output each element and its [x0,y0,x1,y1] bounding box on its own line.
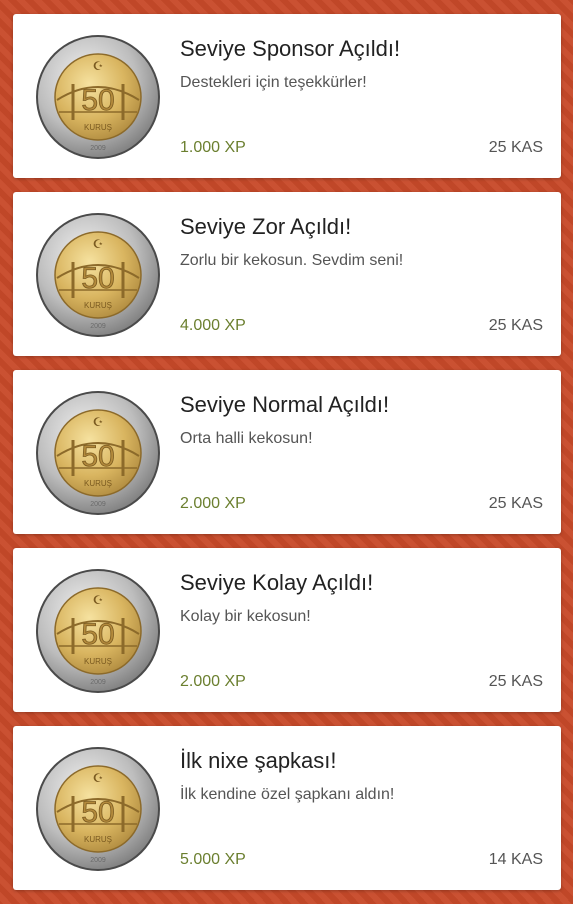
coin-value: 50 [81,440,114,473]
svg-text:☪: ☪ [93,237,104,251]
coin-year: 2009 [90,857,106,864]
coin-unit: KURUŞ [84,301,112,310]
coin-50-kurus-icon: 50 KURUŞ ☪ 2009 [36,213,160,337]
coin-50-kurus-icon: 50 KURUŞ ☪ 2009 [36,569,160,693]
achievement-card[interactable]: 50 KURUŞ ☪ 2009 Seviye Zor Açıldı! Zorlu… [13,192,561,356]
achievement-title: Seviye Kolay Açıldı! [180,570,374,595]
achievement-date: 25 KAS [488,673,543,690]
achievement-description: Orta halli kekosun! [180,430,313,447]
achievement-title: Seviye Normal Açıldı! [180,392,390,417]
coin-value: 50 [81,262,114,295]
achievement-card[interactable]: 50 KURUŞ ☪ 2009 Seviye Sponsor Açıldı! D… [13,14,561,178]
coin-year: 2009 [90,679,106,686]
achievement-date: 25 KAS [488,139,543,156]
achievement-title: Seviye Sponsor Açıldı! [180,36,401,61]
achievement-date: 25 KAS [488,495,543,512]
coin-year: 2009 [90,323,106,330]
achievement-description: Zorlu bir kekosun. Sevdim seni! [180,252,404,269]
svg-text:☪: ☪ [93,771,104,785]
achievement-card[interactable]: 50 KURUŞ ☪ 2009 Seviye Kolay Açıldı! Kol… [13,548,561,712]
coin-50-kurus-icon: 50 KURUŞ ☪ 2009 [36,391,160,515]
coin-unit: KURUŞ [84,123,112,132]
achievement-xp: 4.000 XP [180,317,246,334]
svg-text:☪: ☪ [93,415,104,429]
achievement-description: İlk kendine özel şapkanı aldın! [180,786,395,803]
achievement-title: İlk nixe şapkası! [180,748,337,773]
achievement-card[interactable]: 50 KURUŞ ☪ 2009 Seviye Normal Açıldı! Or… [13,370,561,534]
coin-unit: KURUŞ [84,835,112,844]
achievement-xp: 2.000 XP [180,673,246,690]
coin-value: 50 [81,84,114,117]
coin-year: 2009 [90,145,106,152]
achievement-title: Seviye Zor Açıldı! [180,214,352,239]
achievement-date: 25 KAS [488,317,543,334]
achievement-xp: 5.000 XP [180,851,246,868]
coin-50-kurus-icon: 50 KURUŞ ☪ 2009 [36,747,160,871]
coin-unit: KURUŞ [84,657,112,666]
achievement-description: Destekleri için teşekkürler! [180,74,367,91]
coin-year: 2009 [90,501,106,508]
svg-text:☪: ☪ [93,593,104,607]
achievement-date: 14 KAS [488,851,543,868]
achievement-list: 50 KURUŞ ☪ 2009 Seviye Sponsor Açıldı! D… [13,14,561,904]
achievement-description: Kolay bir kekosun! [180,608,311,625]
coin-value: 50 [81,618,114,651]
achievement-xp: 1.000 XP [180,139,246,156]
coin-50-kurus-icon: 50 KURUŞ ☪ 2009 [36,35,160,159]
achievement-card[interactable]: 50 KURUŞ ☪ 2009 İlk nixe şapkası! İlk ke… [13,726,561,890]
coin-unit: KURUŞ [84,479,112,488]
svg-text:☪: ☪ [93,59,104,73]
coin-value: 50 [81,796,114,829]
achievement-xp: 2.000 XP [180,495,246,512]
